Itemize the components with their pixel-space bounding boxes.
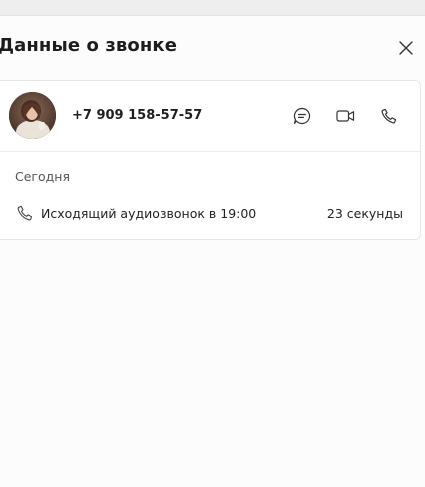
panel-title: Данные о звонке [0,35,178,56]
close-icon [399,41,413,55]
contact-phone-number[interactable]: +7 909 158-57-57 [72,108,202,123]
chat-icon [293,107,311,125]
contact-row: +7 909 158-57-57 [0,81,420,152]
call-description: Исходящий аудиозвонок в 19:00 [41,206,257,221]
chat-button[interactable] [290,104,314,128]
call-details-panel: Данные о звонке +7 909 158-57-57 Сегодня… [0,16,425,487]
avatar-photo [9,92,56,139]
video-camera-icon [335,110,354,122]
call-details-card: +7 909 158-57-57 Сегодня Исходящий аудио… [0,80,421,240]
video-call-button[interactable] [333,104,357,128]
close-button[interactable] [396,38,416,58]
phone-icon [17,205,33,221]
call-history-item[interactable]: Исходящий аудиозвонок в 19:00 23 секунды [0,197,420,227]
section-label-today: Сегодня [15,169,70,184]
phone-icon [381,108,397,124]
avatar[interactable] [9,92,56,139]
call-duration: 23 секунды [326,206,403,221]
audio-call-button[interactable] [377,104,401,128]
window-top-strip [0,0,425,16]
